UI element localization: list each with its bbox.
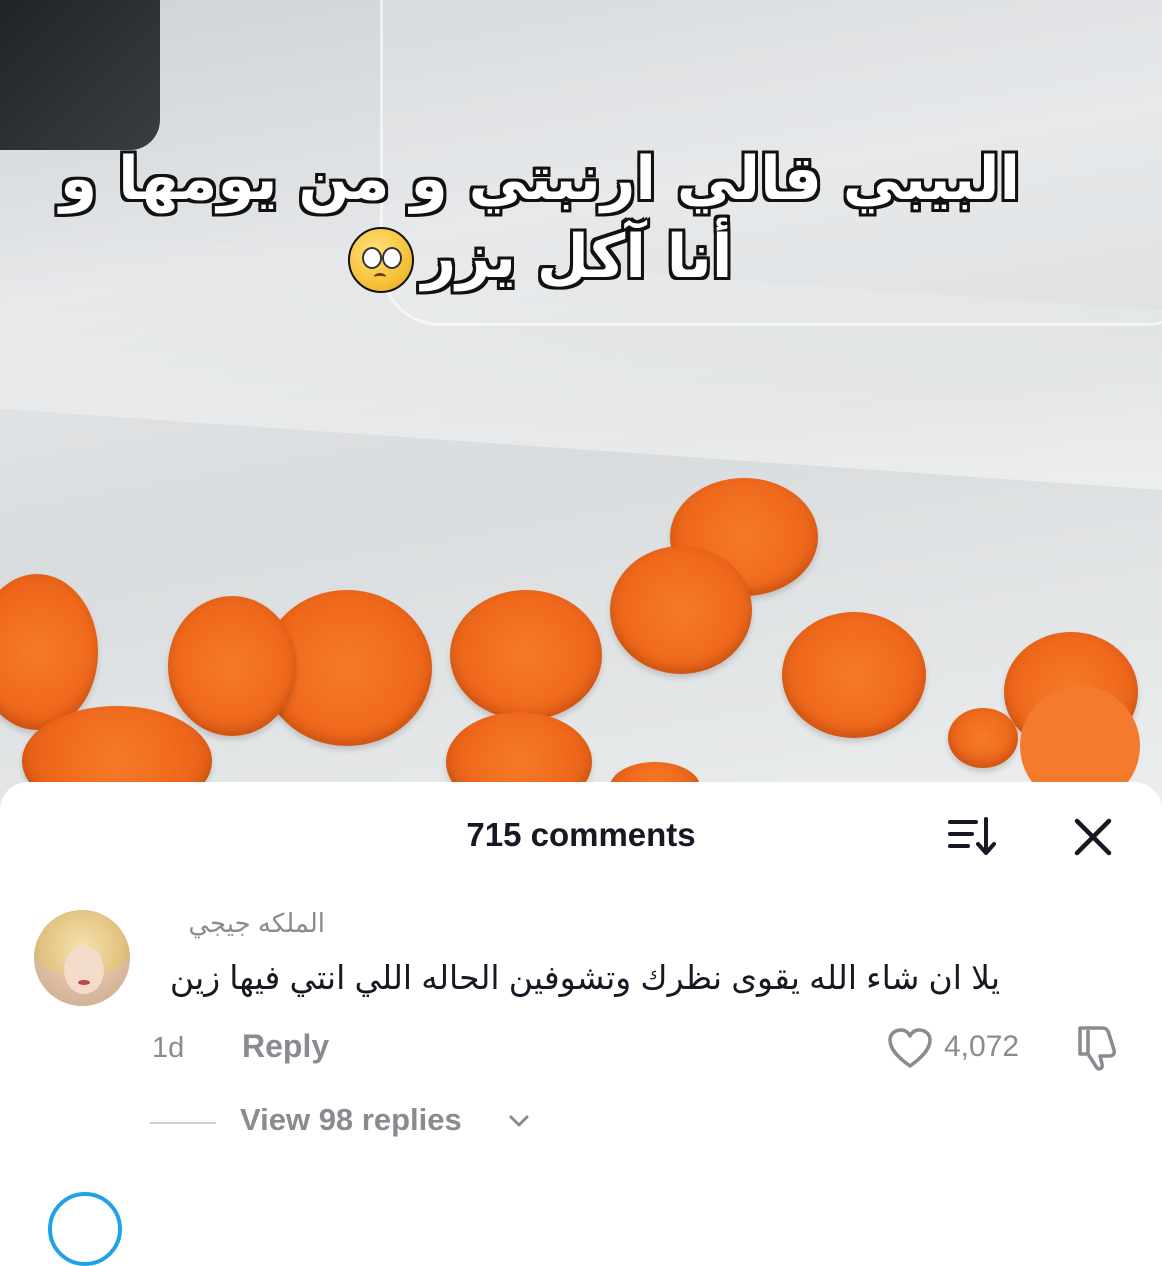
comment-item: الملكه جيجي يلا ان شاء الله يقوى نظرك وت…: [0, 892, 1162, 1192]
comment-meta-row: 1d Reply 4,072: [0, 1022, 1162, 1082]
thumbs-down-icon: [1078, 1026, 1116, 1071]
sort-icon: [948, 817, 996, 855]
comments-sheet: 715 comments الملكه جيجي يلا ان شاء الله: [0, 782, 1162, 1200]
comment-time: 1d: [152, 1032, 185, 1064]
video-caption-line-1: البيبي قالي ارنبتي و من يومها و: [59, 144, 1021, 214]
carrot-slice: [450, 590, 602, 720]
like-count: 4,072: [944, 1030, 1020, 1063]
avatar[interactable]: [34, 910, 130, 1006]
carrot-slice: [610, 546, 752, 674]
close-button[interactable]: [1068, 812, 1118, 862]
like-button[interactable]: [886, 1026, 934, 1070]
carrot-slice: [948, 708, 1018, 768]
video-caption: البيبي قالي ارنبتي و من يومها و أنا آكل …: [40, 140, 1040, 296]
carrot-slice: [168, 596, 296, 736]
carrot-slice: [0, 574, 98, 730]
carrot-slice: [782, 612, 926, 738]
next-comment-avatar[interactable]: [48, 1192, 122, 1266]
reply-button[interactable]: Reply: [242, 1028, 329, 1065]
view-replies-label: View 98 replies: [240, 1102, 462, 1137]
comment-username[interactable]: الملكه جيجي: [150, 908, 325, 939]
sort-button[interactable]: [948, 816, 1000, 856]
view-replies-divider: [150, 1122, 216, 1124]
pleading-face-emoji-icon: [347, 227, 414, 294]
comments-header: 715 comments: [0, 782, 1162, 887]
close-icon: [1074, 818, 1112, 856]
dislike-button[interactable]: [1072, 1024, 1122, 1072]
chevron-down-icon: [509, 1115, 529, 1127]
video-frame[interactable]: البيبي قالي ارنبتي و من يومها و أنا آكل …: [0, 0, 1162, 820]
comment-text: يلا ان شاء الله يقوى نظرك وتشوفين الحاله…: [169, 959, 1000, 996]
heart-icon: [888, 1028, 932, 1068]
video-background-object: [0, 0, 160, 150]
video-caption-line-2-wrap: أنا آكل يزر: [40, 218, 1040, 296]
video-caption-line-2: أنا آكل يزر: [421, 222, 733, 292]
